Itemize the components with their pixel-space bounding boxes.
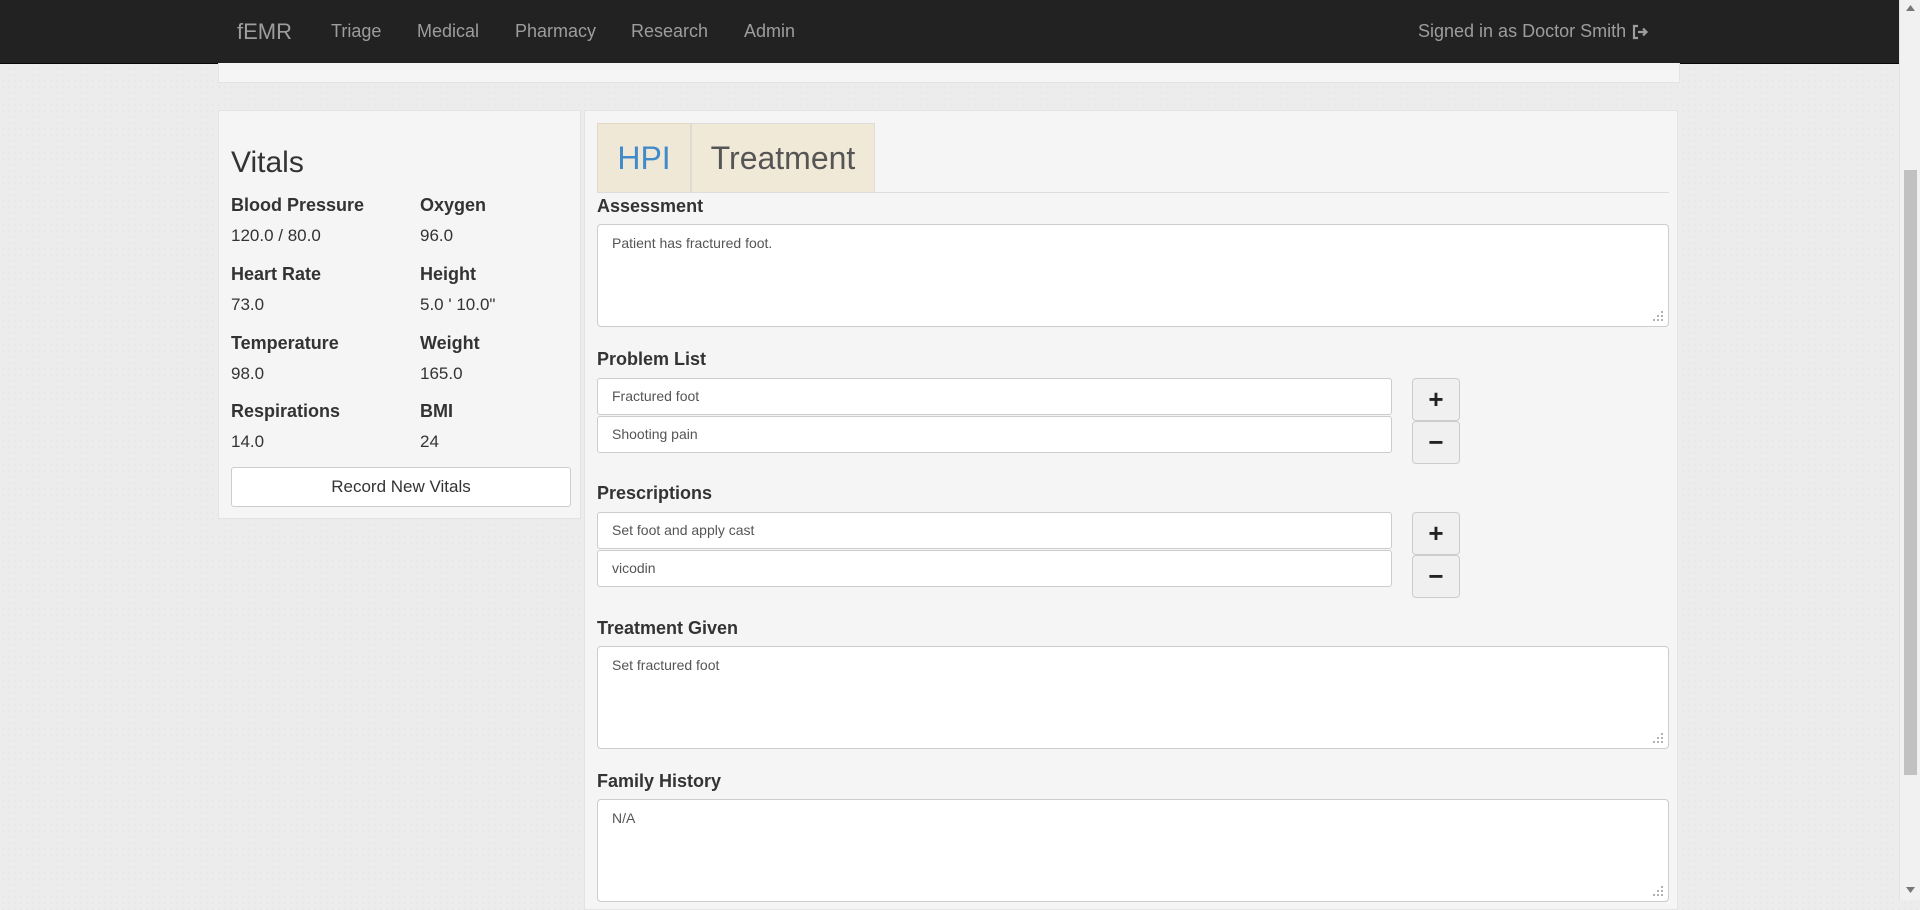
add-problem-button[interactable]: +: [1412, 378, 1460, 421]
problem-list-label: Problem List: [597, 349, 707, 369]
page-scrollbar[interactable]: [1899, 0, 1920, 900]
height-label: Height: [420, 264, 476, 284]
scrollbar-thumb[interactable]: [1904, 170, 1917, 775]
brand-logo[interactable]: fEMR: [237, 19, 292, 45]
scroll-down-arrow-icon[interactable]: [1905, 885, 1916, 895]
sign-out-link[interactable]: Signed in as Doctor Smith: [1418, 21, 1649, 42]
oxygen-value: 96.0: [420, 226, 454, 245]
heart-rate-label: Heart Rate: [231, 264, 322, 284]
vitals-panel: Vitals Blood Pressure 120.0 / 80.0 Oxyge…: [218, 110, 581, 519]
remove-prescription-button[interactable]: −: [1412, 555, 1460, 598]
temperature-label: Temperature: [231, 333, 339, 353]
minus-icon: −: [1428, 427, 1444, 457]
prescriptions-label: Prescriptions: [597, 483, 713, 503]
problem-input-1[interactable]: Fractured foot: [597, 378, 1392, 415]
resize-grip-icon[interactable]: [1652, 732, 1664, 744]
sign-out-icon: [1633, 24, 1649, 39]
family-history-label: Family History: [597, 771, 722, 791]
add-prescription-button[interactable]: +: [1412, 512, 1460, 555]
vitals-title: Vitals: [231, 146, 304, 179]
bmi-value: 24: [420, 432, 439, 451]
treatment-panel: HPI Treatment Assessment Patient has fra…: [584, 110, 1678, 910]
family-history-text: N/A: [612, 810, 636, 826]
remove-problem-button[interactable]: −: [1412, 421, 1460, 464]
assessment-text: Patient has fractured foot.: [612, 235, 773, 251]
oxygen-label: Oxygen: [420, 195, 487, 215]
nav-triage[interactable]: Triage: [331, 21, 381, 42]
family-history-textarea[interactable]: N/A: [597, 799, 1669, 902]
tabs-divider: [597, 192, 1669, 193]
respirations-label: Respirations: [231, 401, 341, 421]
record-new-vitals-button[interactable]: Record New Vitals: [231, 467, 571, 507]
assessment-label: Assessment: [597, 196, 704, 216]
blood-pressure-label: Blood Pressure: [231, 195, 365, 215]
plus-icon: +: [1428, 384, 1444, 414]
treatment-given-text: Set fractured foot: [612, 657, 720, 673]
prescription-input-2[interactable]: vicodin: [597, 550, 1392, 587]
problem-input-2[interactable]: Shooting pain: [597, 416, 1392, 453]
scroll-up-arrow-icon[interactable]: [1905, 3, 1916, 13]
treatment-given-textarea[interactable]: Set fractured foot: [597, 646, 1669, 749]
nav-admin[interactable]: Admin: [744, 21, 795, 42]
nav-medical[interactable]: Medical: [417, 21, 479, 42]
temperature-value: 98.0: [231, 364, 265, 383]
tab-treatment[interactable]: Treatment: [691, 123, 875, 192]
nav-research[interactable]: Research: [631, 21, 708, 42]
patient-info-panel: [218, 63, 1680, 83]
heart-rate-value: 73.0: [231, 295, 265, 314]
prescription-input-1[interactable]: Set foot and apply cast: [597, 512, 1392, 549]
nav-pharmacy[interactable]: Pharmacy: [515, 21, 596, 42]
respirations-value: 14.0: [231, 432, 265, 451]
height-value: 5.0 ' 10.0": [420, 295, 496, 314]
tab-hpi[interactable]: HPI: [597, 123, 691, 192]
bmi-label: BMI: [420, 401, 453, 421]
assessment-textarea[interactable]: Patient has fractured foot.: [597, 224, 1669, 327]
top-navbar: fEMR Triage Medical Pharmacy Research Ad…: [0, 0, 1899, 64]
minus-icon: −: [1428, 561, 1444, 591]
weight-label: Weight: [420, 333, 480, 353]
weight-value: 165.0: [420, 364, 463, 383]
treatment-given-label: Treatment Given: [597, 618, 739, 638]
signed-in-label: Signed in as Doctor Smith: [1418, 21, 1627, 41]
resize-grip-icon[interactable]: [1652, 310, 1664, 322]
plus-icon: +: [1428, 518, 1444, 548]
resize-grip-icon[interactable]: [1652, 885, 1664, 897]
blood-pressure-value: 120.0 / 80.0: [231, 226, 321, 245]
